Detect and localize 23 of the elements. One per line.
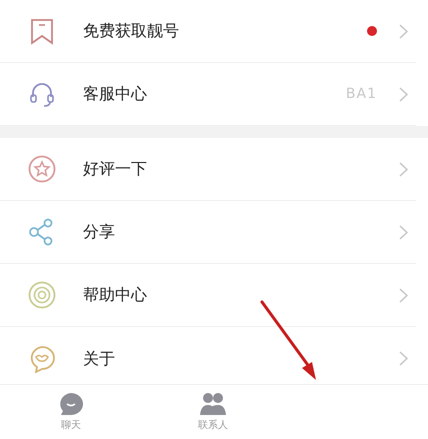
- headset-icon: [28, 80, 56, 108]
- chevron-icon: [399, 24, 408, 38]
- chat-bubble-icon: [58, 392, 84, 416]
- menu-label: 客服中心: [83, 83, 147, 105]
- chevron-icon: [399, 224, 408, 240]
- menu-item[interactable]: 好评一下: [0, 138, 416, 201]
- chevron-icon: [399, 351, 408, 366]
- menu-label: 帮助中心: [83, 284, 147, 306]
- chat-bubble-icon: [28, 344, 56, 372]
- chevron-icon: [399, 86, 408, 102]
- menu-item[interactable]: 关于: [0, 327, 416, 384]
- menu-label: 免费获取靓号: [83, 20, 179, 42]
- contacts-icon: [199, 392, 227, 416]
- menu-label: 分享: [83, 221, 115, 243]
- chevron-icon: [399, 288, 408, 302]
- menu-label: 好评一下: [83, 158, 147, 180]
- bookmark-icon: [28, 17, 56, 45]
- menu-label: 关于: [83, 348, 115, 370]
- menu-item[interactable]: 帮助中心: [0, 264, 416, 327]
- help-ring-icon: [28, 281, 56, 309]
- menu-item[interactable]: 分享: [0, 201, 416, 264]
- chevron-icon: [399, 162, 408, 176]
- menu-item[interactable]: 免费获取靓号: [0, 0, 416, 63]
